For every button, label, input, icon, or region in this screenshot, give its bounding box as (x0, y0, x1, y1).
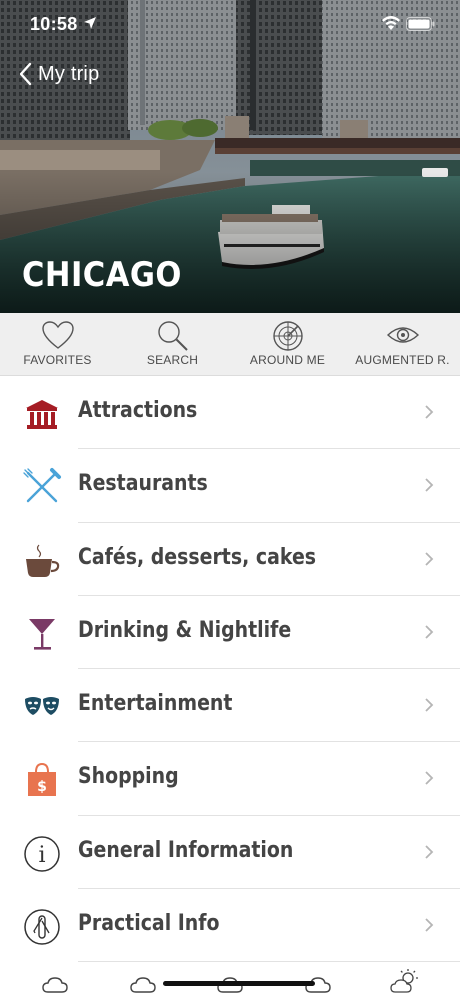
tab-favorites[interactable]: FAVORITES (0, 313, 115, 376)
museum-icon (26, 400, 58, 429)
list-item-label: Attractions (78, 398, 198, 423)
cocktail-glass-icon (29, 618, 55, 650)
svg-text:i: i (38, 843, 45, 868)
tab-augmented-reality-label: AUGMENTED R. (355, 353, 450, 367)
cloud-icon[interactable] (130, 976, 156, 994)
svg-text:$: $ (37, 779, 47, 795)
shopping-bag-icon: $ (28, 763, 56, 797)
list-item-label: Entertainment (78, 691, 233, 717)
tab-search[interactable]: SEARCH (115, 313, 230, 376)
list-item-label: Cafés, desserts, cakes (78, 544, 317, 570)
eye-icon (386, 327, 419, 343)
list-item-label: Restaurants (78, 471, 208, 497)
chevron-right-icon (425, 625, 434, 639)
list-item-general-information[interactable]: i General Information (0, 816, 460, 890)
chevron-right-icon (425, 845, 434, 859)
partly-sunny-icon[interactable] (390, 968, 420, 994)
category-list: Attractions Restaurants Cafés, desserts,… (0, 376, 460, 963)
info-icon: i (24, 836, 60, 872)
wifi-icon (382, 16, 400, 30)
cloud-icon[interactable] (42, 976, 68, 994)
list-item-practical-info[interactable]: Practical Info (0, 889, 460, 963)
battery-icon (406, 17, 435, 31)
list-item-cafes[interactable]: Cafés, desserts, cakes (0, 523, 460, 596)
list-item-label: Practical Info (78, 911, 220, 937)
tab-around-me-label: AROUND ME (249, 353, 326, 367)
back-label: My trip (38, 62, 100, 85)
theater-masks-icon (25, 697, 59, 716)
list-item-label: General Information (78, 837, 294, 863)
status-bar: 10:58 (0, 12, 460, 40)
tab-favorites-label: FAVORITES (23, 353, 92, 367)
search-icon (157, 321, 188, 351)
chevron-right-icon (425, 478, 434, 492)
heart-icon (41, 321, 74, 349)
home-indicator[interactable] (163, 981, 315, 986)
quick-actions-bar: FAVORITES SEARCH AROUND ME AUGMENTED R. (0, 313, 460, 376)
coffee-cup-icon (26, 544, 60, 577)
fork-knife-icon (23, 468, 61, 503)
list-item-label: Drinking & Nightlife (78, 617, 292, 643)
chevron-right-icon (425, 698, 434, 712)
location-arrow-icon (84, 17, 96, 29)
tab-around-me[interactable]: AROUND ME (230, 313, 345, 376)
bottom-weather-bar (0, 962, 460, 996)
list-item-attractions[interactable]: Attractions (0, 376, 460, 450)
chevron-left-icon (19, 62, 32, 86)
back-button[interactable]: My trip (18, 62, 99, 86)
chevron-right-icon (425, 405, 434, 419)
chevron-right-icon (425, 918, 434, 932)
tab-search-label: SEARCH (146, 353, 199, 367)
list-item-drinking-nightlife[interactable]: Drinking & Nightlife (0, 596, 460, 670)
list-item-label: Shopping (78, 764, 179, 790)
chevron-right-icon (425, 771, 434, 786)
list-item-entertainment[interactable]: Entertainment (0, 669, 460, 743)
list-item-restaurants[interactable]: Restaurants (0, 449, 460, 523)
list-item-shopping[interactable]: $ Shopping (0, 742, 460, 816)
pocket-knife-icon (24, 909, 60, 945)
hero-image: 10:58 My trip CHICAGO (0, 0, 460, 313)
tab-augmented-reality[interactable]: AUGMENTED R. (345, 313, 460, 376)
radar-icon (272, 321, 303, 351)
status-time: 10:58 (30, 14, 78, 34)
chevron-right-icon (425, 551, 434, 566)
city-title: CHICAGO (22, 255, 182, 295)
